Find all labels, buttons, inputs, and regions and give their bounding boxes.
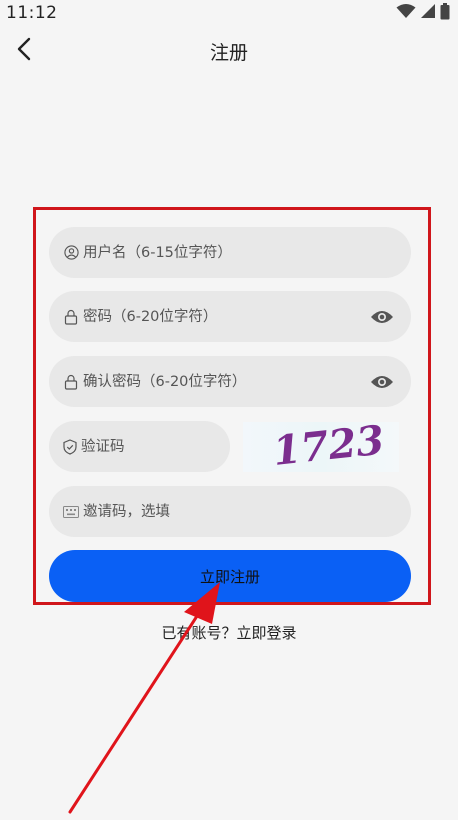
invite-code-field bbox=[49, 486, 411, 537]
confirm-password-input[interactable] bbox=[83, 356, 369, 407]
lock-icon bbox=[63, 374, 79, 390]
user-circle-icon bbox=[63, 245, 79, 261]
status-bar: 11:12 bbox=[0, 0, 458, 26]
page-title: 注册 bbox=[209, 41, 248, 64]
invite-code-input[interactable] bbox=[83, 486, 411, 537]
shield-icon bbox=[63, 438, 77, 455]
password-field bbox=[49, 291, 411, 342]
back-button[interactable] bbox=[10, 36, 38, 66]
chevron-left-icon bbox=[16, 37, 32, 65]
eye-icon[interactable] bbox=[369, 307, 395, 327]
login-link[interactable]: 立即登录 bbox=[237, 624, 297, 642]
annotation-arrow bbox=[68, 582, 220, 814]
captcha-image[interactable]: 1723 bbox=[243, 417, 399, 475]
battery-icon bbox=[440, 2, 450, 24]
password-input[interactable] bbox=[83, 291, 369, 342]
captcha-field bbox=[49, 421, 262, 472]
nav-bar: 注册 bbox=[0, 28, 458, 74]
captcha-text: 1723 bbox=[271, 422, 387, 472]
captcha-input[interactable] bbox=[81, 421, 262, 472]
signal-icon bbox=[420, 3, 436, 23]
status-icons bbox=[396, 2, 450, 24]
wifi-icon bbox=[396, 3, 416, 23]
keyboard-icon bbox=[63, 504, 79, 520]
status-time: 11:12 bbox=[6, 3, 58, 23]
eye-icon[interactable] bbox=[369, 372, 395, 392]
lock-icon bbox=[63, 309, 79, 325]
username-field bbox=[49, 227, 411, 278]
username-input[interactable] bbox=[83, 227, 411, 278]
confirm-password-field bbox=[49, 356, 411, 407]
